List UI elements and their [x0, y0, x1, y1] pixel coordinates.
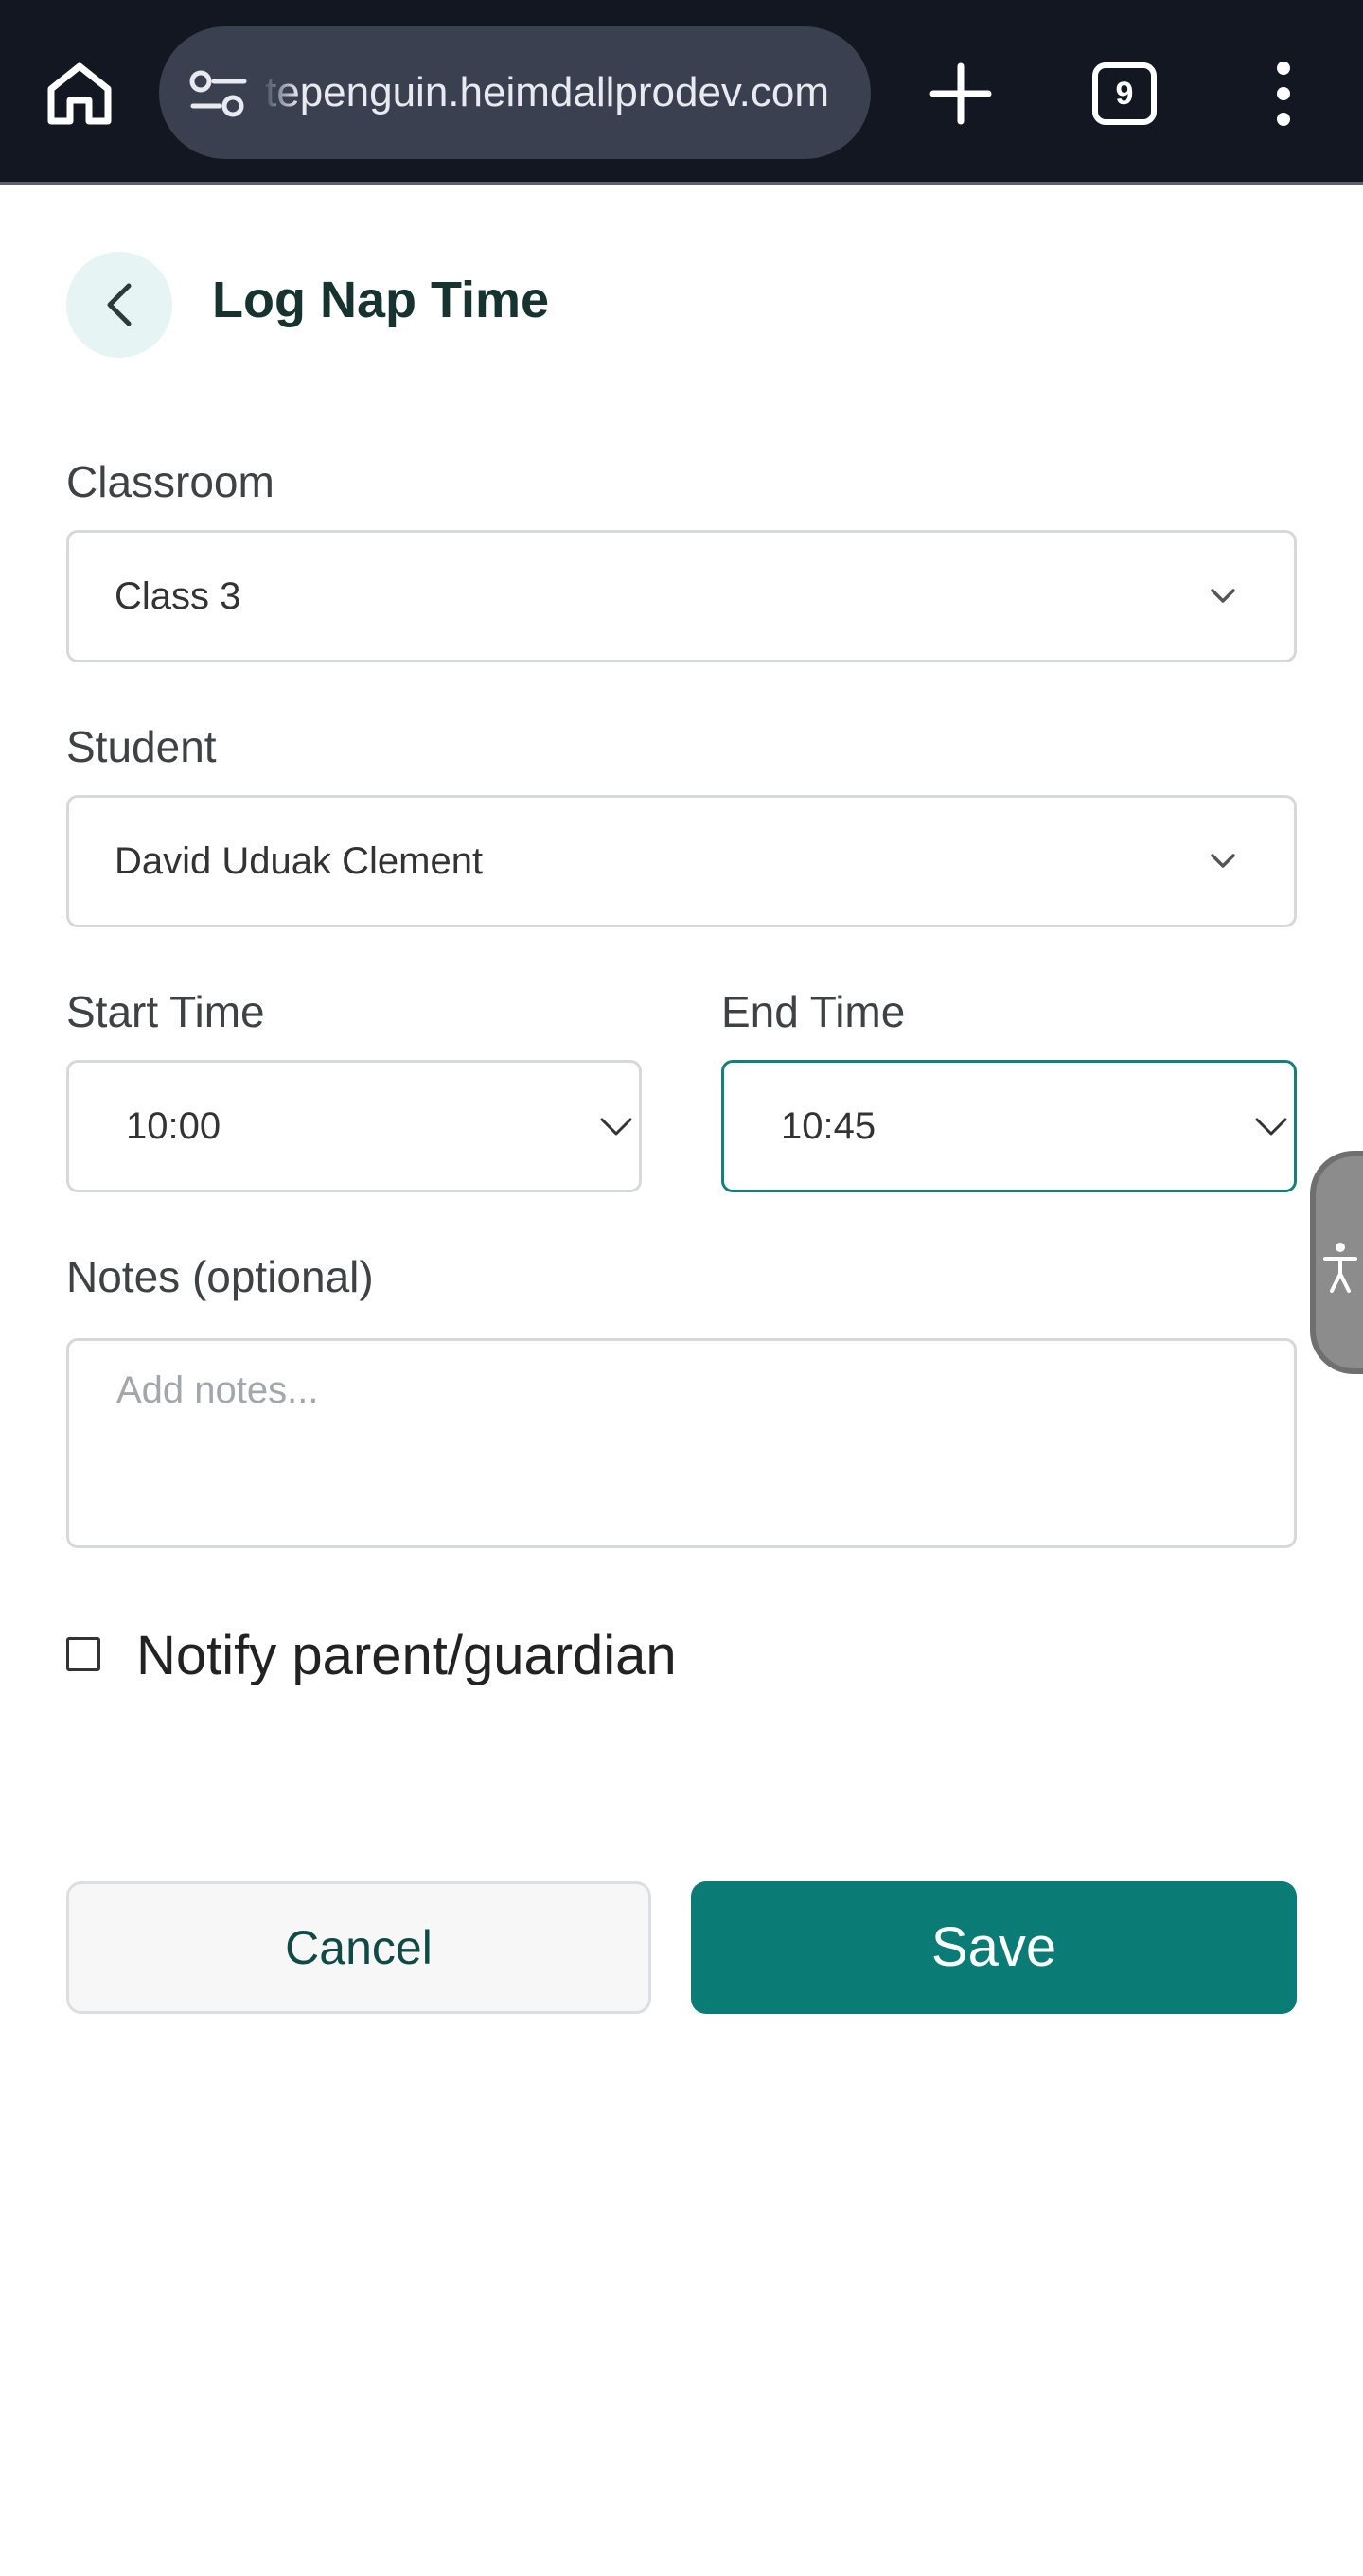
student-select[interactable]: David Uduak Clement	[66, 795, 1297, 927]
classroom-select[interactable]: Class 3	[66, 530, 1297, 662]
more-vert-icon[interactable]	[1265, 61, 1302, 127]
browser-toolbar: tepenguin.heimdallprodev.com 9	[0, 0, 1363, 185]
chevron-down-icon	[600, 1118, 632, 1136]
classroom-label: Classroom	[66, 457, 274, 506]
student-label: Student	[66, 722, 217, 771]
site-settings-icon[interactable]	[187, 68, 250, 119]
accessibility-icon	[1323, 1243, 1357, 1293]
chevron-down-icon	[1255, 1118, 1287, 1136]
url-text[interactable]: tepenguin.heimdallprodev.com	[265, 26, 846, 159]
tabs-icon[interactable]: 9	[1092, 62, 1157, 125]
accessibility-widget[interactable]	[1310, 1151, 1363, 1374]
address-bar[interactable]: tepenguin.heimdallprodev.com	[159, 26, 871, 159]
chevron-down-icon	[1211, 589, 1235, 603]
url-fade	[261, 26, 299, 159]
chevron-down-icon	[1211, 854, 1235, 868]
classroom-value: Class 3	[115, 575, 241, 617]
notes-label: Notes (optional)	[66, 1252, 374, 1301]
notes-textarea[interactable]: Add notes...	[66, 1338, 1297, 1548]
back-button[interactable]	[66, 252, 172, 358]
cancel-button[interactable]: Cancel	[66, 1881, 651, 2014]
start-time-label: Start Time	[66, 987, 265, 1036]
student-value: David Uduak Clement	[115, 840, 484, 882]
chevron-left-icon	[107, 283, 132, 326]
page-title: Log Nap Time	[212, 272, 550, 328]
home-icon[interactable]	[44, 61, 115, 127]
plus-icon[interactable]	[928, 61, 994, 127]
notify-label[interactable]: Notify parent/guardian	[136, 1624, 677, 1687]
end-time-label: End Time	[721, 987, 906, 1036]
start-time-value: 10:00	[126, 1105, 221, 1147]
end-time-select[interactable]: 10:45	[721, 1060, 1297, 1192]
notes-placeholder: Add notes...	[116, 1369, 319, 1411]
save-button[interactable]: Save	[691, 1881, 1297, 2014]
notify-checkbox[interactable]	[66, 1637, 100, 1671]
start-time-select[interactable]: 10:00	[66, 1060, 642, 1192]
end-time-value: 10:45	[781, 1105, 876, 1147]
